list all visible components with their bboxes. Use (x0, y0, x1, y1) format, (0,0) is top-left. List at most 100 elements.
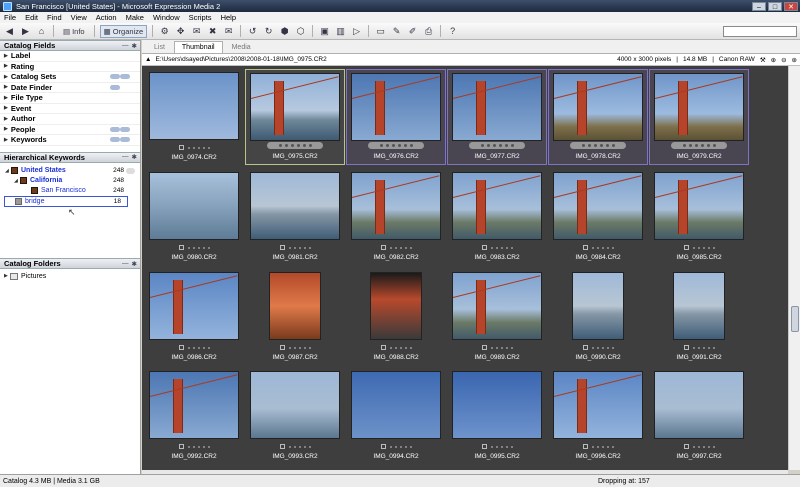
select-checkbox[interactable] (683, 345, 689, 350)
add-pill-icon[interactable] (110, 137, 120, 143)
thumbnail-cell[interactable]: IMG_0991.CR2 (649, 269, 749, 365)
rating-dots[interactable] (187, 246, 210, 249)
thumbnail-image[interactable] (370, 272, 422, 340)
thumbnail-image[interactable] (452, 272, 542, 340)
keyword-united-states[interactable]: ◢ United States 248 (0, 166, 140, 176)
thumbnail-cell[interactable]: IMG_0978.CR2 (548, 69, 648, 165)
rating-pill[interactable] (570, 142, 626, 149)
settings-icon[interactable]: ✱ (132, 260, 137, 268)
thumbnail-image[interactable] (250, 172, 340, 240)
thumbnail-image[interactable] (553, 73, 643, 141)
thumbnail-cell[interactable]: IMG_0993.CR2 (245, 368, 345, 464)
add-pill-icon[interactable] (110, 84, 120, 90)
field-event[interactable]: ▶ Event (0, 104, 140, 114)
thumbnail-image[interactable] (572, 272, 624, 340)
menu-view[interactable]: View (71, 13, 87, 22)
thumbnail-cell[interactable]: IMG_0990.CR2 (548, 269, 648, 365)
thumbnail-image[interactable] (269, 272, 321, 340)
menu-action[interactable]: Action (96, 13, 117, 22)
tab-list[interactable]: List (147, 42, 172, 53)
thumbnail-cell[interactable]: IMG_0985.CR2 (649, 169, 749, 265)
rating-dots[interactable] (490, 246, 513, 249)
hierarchical-keywords-header[interactable]: Hierarchical Keywords — ✱ (0, 151, 140, 163)
select-checkbox[interactable] (582, 444, 588, 449)
email-icon[interactable]: ✉ (222, 25, 235, 38)
close-button[interactable]: ✕ (784, 1, 798, 11)
collapse-icon[interactable]: — (122, 260, 129, 268)
field-keywords[interactable]: ▶ Keywords (0, 135, 140, 146)
keyword-san-francisco[interactable]: San Francisco 248 (0, 186, 140, 196)
select-checkbox[interactable] (380, 345, 386, 350)
thumbnail-cell[interactable]: IMG_0989.CR2 (447, 269, 547, 365)
zoom-in-icon[interactable]: ⊕ (771, 56, 776, 64)
thumbnail-cell[interactable]: IMG_0986.CR2 (144, 269, 244, 365)
field-rating[interactable]: ▶ Rating (0, 62, 140, 72)
rating-pill[interactable] (469, 142, 525, 149)
field-label[interactable]: ▶ Label (0, 51, 140, 62)
thumbnail-cell[interactable]: IMG_0996.CR2 (548, 368, 648, 464)
thumbnail-image[interactable] (351, 172, 441, 240)
mail-icon[interactable]: ✉ (190, 25, 203, 38)
thumbnail-image[interactable] (149, 72, 239, 140)
thumbnail-image[interactable] (250, 371, 340, 439)
pencil-icon[interactable]: ✐ (406, 25, 419, 38)
select-checkbox[interactable] (279, 444, 285, 449)
rotate-left-icon[interactable]: ↺ (246, 25, 259, 38)
thumbnail-cell[interactable]: IMG_0992.CR2 (144, 368, 244, 464)
select-checkbox[interactable] (380, 245, 386, 250)
gear-icon[interactable]: ⚙ (158, 25, 171, 38)
thumbnail-cell[interactable]: IMG_0975.CR2 (245, 69, 345, 165)
rating-dots[interactable] (591, 246, 614, 249)
rating-dots[interactable] (288, 246, 311, 249)
collapse-icon[interactable]: — (122, 153, 129, 161)
thumbnail-image[interactable] (654, 73, 744, 141)
rating-dots[interactable] (187, 346, 210, 349)
thumbnail-cell[interactable]: IMG_0977.CR2 (447, 69, 547, 165)
rating-dots[interactable] (692, 445, 715, 448)
remove-pill-icon[interactable] (120, 137, 130, 143)
menu-scripts[interactable]: Scripts (189, 13, 212, 22)
collapse-icon[interactable]: — (122, 42, 129, 50)
path-up-icon[interactable]: ▲ (145, 56, 151, 63)
rating-dots[interactable] (591, 346, 614, 349)
folder-pictures[interactable]: ▶ Pictures (0, 271, 140, 281)
remove-pill-icon[interactable] (120, 74, 130, 80)
settings-icon[interactable]: ⊛ (792, 56, 797, 64)
thumbnail-cell[interactable]: IMG_0982.CR2 (346, 169, 446, 265)
thumbnail-image[interactable] (149, 272, 239, 340)
thumbnail-image[interactable] (553, 371, 643, 439)
select-checkbox[interactable] (683, 444, 689, 449)
thumbnail-image[interactable] (351, 73, 441, 141)
thumbnail-cell[interactable]: IMG_0987.CR2 (245, 269, 345, 365)
rating-dots[interactable] (591, 445, 614, 448)
thumbnail-cell[interactable]: IMG_0980.CR2 (144, 169, 244, 265)
thumbnail-cell[interactable]: IMG_0988.CR2 (346, 269, 446, 365)
field-file-type[interactable]: ▶ File Type (0, 93, 140, 104)
thumbnail-image[interactable] (654, 371, 744, 439)
thumbnail-image[interactable] (149, 371, 239, 439)
thumbnail-image[interactable] (452, 371, 542, 439)
menu-help[interactable]: Help (221, 13, 236, 22)
tag-icon[interactable]: ⬡ (294, 25, 307, 38)
scroll-thumb[interactable] (791, 306, 799, 332)
select-checkbox[interactable] (481, 345, 487, 350)
thumbnail-cell[interactable]: IMG_0974.CR2 (144, 69, 244, 165)
thumbnail-cell[interactable]: IMG_0995.CR2 (447, 368, 547, 464)
menu-file[interactable]: File (4, 13, 16, 22)
help-icon[interactable]: ? (446, 25, 459, 38)
back-icon[interactable]: ◀ (3, 25, 16, 38)
chart-icon[interactable]: ▥ (334, 25, 347, 38)
thumbnail-image[interactable] (452, 172, 542, 240)
zoom-out-icon[interactable]: ⊖ (781, 56, 786, 64)
vertical-scrollbar[interactable] (788, 66, 800, 470)
select-checkbox[interactable] (582, 245, 588, 250)
select-checkbox[interactable] (481, 444, 487, 449)
select-checkbox[interactable] (582, 345, 588, 350)
tools-icon[interactable]: ⚒ (760, 56, 766, 64)
label-icon[interactable]: ⬢ (278, 25, 291, 38)
print-icon[interactable]: ⎙ (422, 25, 435, 38)
field-catalog-sets[interactable]: ▶ Catalog Sets (0, 72, 140, 83)
rating-pill[interactable] (267, 142, 323, 149)
settings-icon[interactable]: ✱ (132, 153, 137, 161)
menu-window[interactable]: Window (153, 13, 180, 22)
